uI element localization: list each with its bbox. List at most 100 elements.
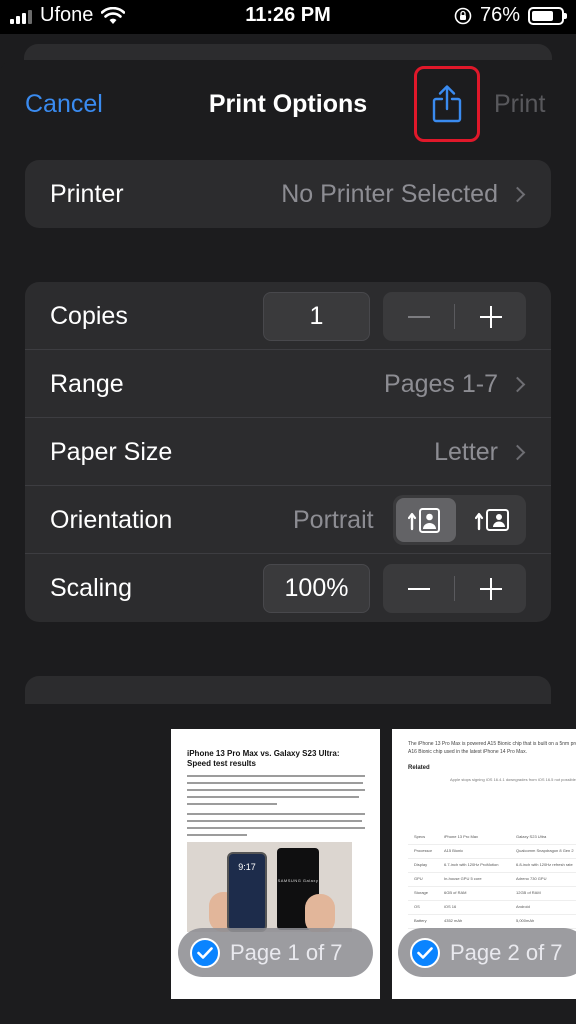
battery-icon [528,6,567,25]
printer-value-text: No Printer Selected [281,180,498,208]
range-value-text: Pages 1-7 [384,370,498,398]
table-cell: 12GB of RAM [516,890,541,895]
article-photo: 9:17 SAMSUNG Galaxy [187,842,352,932]
plus-icon [479,577,502,600]
table-cell: 6GB of RAM [444,890,467,895]
text-line [187,820,362,822]
copies-label: Copies [50,302,128,330]
table-cell: Storage [414,890,429,895]
page-title: Print Options [208,90,368,118]
iphone-time: 9:17 [238,862,256,872]
text-line [187,827,365,829]
orientation-value: Portrait [293,506,374,534]
table-cell: Specs [414,834,426,839]
text-line [187,796,359,798]
table-cell: Display [414,862,428,867]
table-row: Processor A15 Bionic Qualcomm Snapdragon 8… [408,845,576,859]
scaling-label: Scaling [50,574,132,602]
battery-percent: 76% [479,4,520,26]
range-label: Range [50,370,124,398]
table-row: Specs iPhone 13 Pro Max Galaxy S23 Ultra [408,831,576,845]
scaling-stepper [383,564,526,613]
copies-stepper [383,292,526,341]
print-button[interactable]: Print [494,90,545,119]
printer-label: Printer [50,180,124,208]
printer-value: No Printer Selected [281,180,526,209]
copies-increment-button[interactable] [455,292,526,341]
scaling-decrement-button[interactable] [383,564,454,613]
landscape-option[interactable] [463,498,523,542]
range-value: Pages 1-7 [384,370,526,399]
page-2-label: Page 2 of 7 [450,939,563,965]
orientation-label: Orientation [50,506,173,534]
checkmark-icon [410,937,440,968]
hand-shape [305,894,335,932]
table-row: Battery 4352 mAh 5,000mAh [408,915,576,929]
spec-table: Specs iPhone 13 Pro Max Galaxy S23 Ultra P… [408,831,576,929]
minus-icon [407,315,430,318]
text-line [187,789,365,791]
table-cell: 5,000mAh [516,918,535,923]
checkmark-icon [190,937,220,968]
article-title: iPhone 13 Pro Max vs. Galaxy S23 Ultra: … [187,749,340,768]
scaling-increment-button[interactable] [455,564,526,613]
table-cell: A15 Bionic [444,848,464,853]
copies-decrement-button[interactable] [383,292,454,341]
page-1-label: Page 1 of 7 [230,939,343,965]
table-cell: Adreno 730 GPU [516,876,547,881]
landscape-orientation-icon [475,509,509,531]
share-button[interactable] [414,66,480,142]
table-cell: GPU [414,876,423,881]
minus-icon [407,587,430,590]
related-caption: Apple stops signing iOS 16.4.1 downgrade… [450,777,576,782]
paper-size-value: Letter [434,438,526,467]
paper-size-label: Paper Size [50,438,173,466]
table-cell: Processor [414,848,433,853]
table-row: Display 6.7-inch with 120Hz ProMotion 6.8-… [408,859,576,873]
table-cell: In-house GPU 5 core [444,876,482,881]
page-2-selection-pill[interactable]: Page 2 of 7 [398,928,576,977]
scaling-row: Scaling 100% [25,554,551,622]
chevron-right-icon [509,186,526,203]
table-cell: Qualcomm Snapdragon 8 Gen 2 [516,848,574,853]
printer-group: Printer No Printer Selected [25,160,551,228]
range-row[interactable]: Range Pages 1-7 [25,350,551,418]
page-1-selection-pill[interactable]: Page 1 of 7 [178,928,373,977]
iphone-image: 9:17 [227,852,267,932]
galaxy-brand: SAMSUNG Galaxy [277,878,319,883]
text-line [187,813,365,815]
portrait-orientation-icon [408,508,440,533]
table-cell: 6.8-inch with 120Hz refresh rate [516,862,573,867]
copies-input[interactable]: 1 [263,292,370,341]
page-intro-text: The iPhone 13 Pro Max is powered A15 Bio… [408,741,576,755]
copies-row: Copies 1 [25,282,551,350]
printer-row[interactable]: Printer No Printer Selected [25,160,551,228]
scaling-input[interactable]: 100% [263,564,370,613]
table-row: Storage 6GB of RAM 12GB of RAM [408,887,576,901]
table-cell: 6.7-inch with 120Hz ProMotion [444,862,499,867]
portrait-option[interactable] [396,498,456,542]
status-bar: Ufone 11:26 PM 76% [0,0,576,34]
orientation-segmented-control [393,495,526,545]
paper-size-value-text: Letter [434,438,498,466]
table-cell: iOS 16 [444,904,457,909]
orientation-row: Orientation Portrait [25,486,551,554]
orientation-lock-icon [454,7,472,24]
table-cell: Android [516,904,530,909]
text-line [187,782,363,784]
table-cell: OS [414,904,420,909]
status-right: 76% [454,4,567,27]
text-line [187,803,277,805]
text-line [187,834,247,836]
chevron-right-icon [509,376,526,393]
table-cell: Battery [414,918,427,923]
layout-group-partial [25,676,551,704]
table-cell: iPhone 13 Pro Max [444,834,479,839]
table-row: OS iOS 16 Android [408,901,576,915]
text-line [187,775,365,777]
chevron-right-icon [509,444,526,461]
nav-bar: Cancel Print Options Print [0,60,576,148]
paper-size-row[interactable]: Paper Size Letter [25,418,551,486]
plus-icon [479,305,502,328]
related-heading: Related [408,765,430,771]
